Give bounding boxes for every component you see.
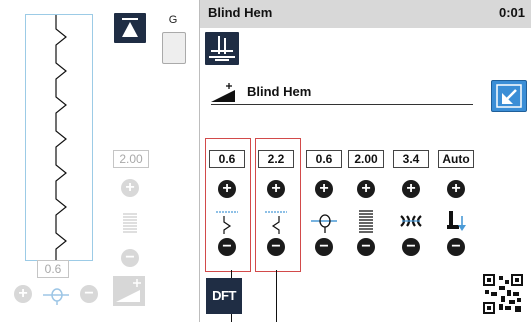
position-plus-button[interactable]: + <box>267 180 285 198</box>
pattern-name-row: Blind Hem <box>203 78 473 108</box>
position-minus-button[interactable]: − <box>267 238 285 256</box>
left-length-plus-button[interactable]: + <box>14 285 32 303</box>
qr-code-icon[interactable] <box>483 274 523 314</box>
header-time: 0:01 <box>498 5 525 20</box>
arrow-up-bar-icon <box>122 18 138 37</box>
needle-position-button[interactable] <box>205 32 239 65</box>
param-column-density: 2.00 + − <box>347 148 385 268</box>
param-value: 0.6 <box>209 150 245 168</box>
param-value: 2.2 <box>258 150 294 168</box>
left-density-minus-button[interactable]: − <box>121 249 139 267</box>
param-value: 0.6 <box>306 150 342 168</box>
presser-foot-indicator: G <box>156 12 190 76</box>
left-length-value: 0.6 <box>37 260 69 278</box>
callout-line-position <box>276 270 277 322</box>
presser-foot-letter: G <box>168 14 178 26</box>
param-column-pressure: Auto + − <box>437 148 475 268</box>
param-column-position: 2.2 + − <box>257 148 295 268</box>
needle-icon <box>209 36 235 61</box>
header-bar: Blind Hem 0:01 <box>200 0 531 28</box>
param-value: Auto <box>438 150 474 168</box>
pressure-plus-button[interactable]: + <box>447 180 465 198</box>
left-length-minus-button[interactable]: − <box>80 285 98 303</box>
param-value: 2.00 <box>348 150 384 168</box>
wedge-plus-icon <box>116 279 141 302</box>
density-minus-button[interactable]: − <box>357 238 375 256</box>
tension-minus-button[interactable]: − <box>402 238 420 256</box>
stitch-adjust-button[interactable] <box>113 276 145 306</box>
wedge-plus-icon <box>211 83 235 102</box>
param-column-width: 0.6 + − <box>208 148 246 268</box>
settings-toggle-button[interactable] <box>491 80 527 112</box>
presser-foot-pressure-icon <box>447 211 466 231</box>
left-density-value: 2.00 <box>113 150 149 168</box>
length-plus-button[interactable]: + <box>315 180 333 198</box>
pattern-name: Blind Hem <box>247 84 312 99</box>
param-column-length: 0.6 + − <box>305 148 343 268</box>
param-column-tension: 3.4 + − <box>392 148 430 268</box>
pattern-name-underline <box>211 104 473 105</box>
length-minus-button[interactable]: − <box>315 238 333 256</box>
default-button[interactable]: DFT <box>206 278 242 314</box>
tension-plus-button[interactable]: + <box>402 180 420 198</box>
pressure-minus-button[interactable]: − <box>447 238 465 256</box>
param-value: 3.4 <box>393 150 429 168</box>
density-plus-button[interactable]: + <box>357 180 375 198</box>
stitch-length-icon <box>43 288 69 305</box>
density-icon <box>123 213 137 233</box>
width-icon <box>216 211 238 234</box>
blind-hem-stitch-icon <box>55 15 67 260</box>
needle-up-down-button[interactable] <box>114 13 146 43</box>
stitch-length-icon <box>311 214 337 233</box>
stitch-preview <box>25 14 93 261</box>
width-plus-button[interactable]: + <box>218 180 236 198</box>
presser-foot-icon <box>162 32 186 64</box>
width-minus-button[interactable]: − <box>218 238 236 256</box>
thread-tension-icon <box>400 215 422 227</box>
header-title: Blind Hem <box>208 5 273 20</box>
position-icon <box>265 211 287 234</box>
arrow-down-left-icon <box>496 84 522 108</box>
density-icon <box>359 210 373 233</box>
left-density-plus-button[interactable]: + <box>121 179 139 197</box>
